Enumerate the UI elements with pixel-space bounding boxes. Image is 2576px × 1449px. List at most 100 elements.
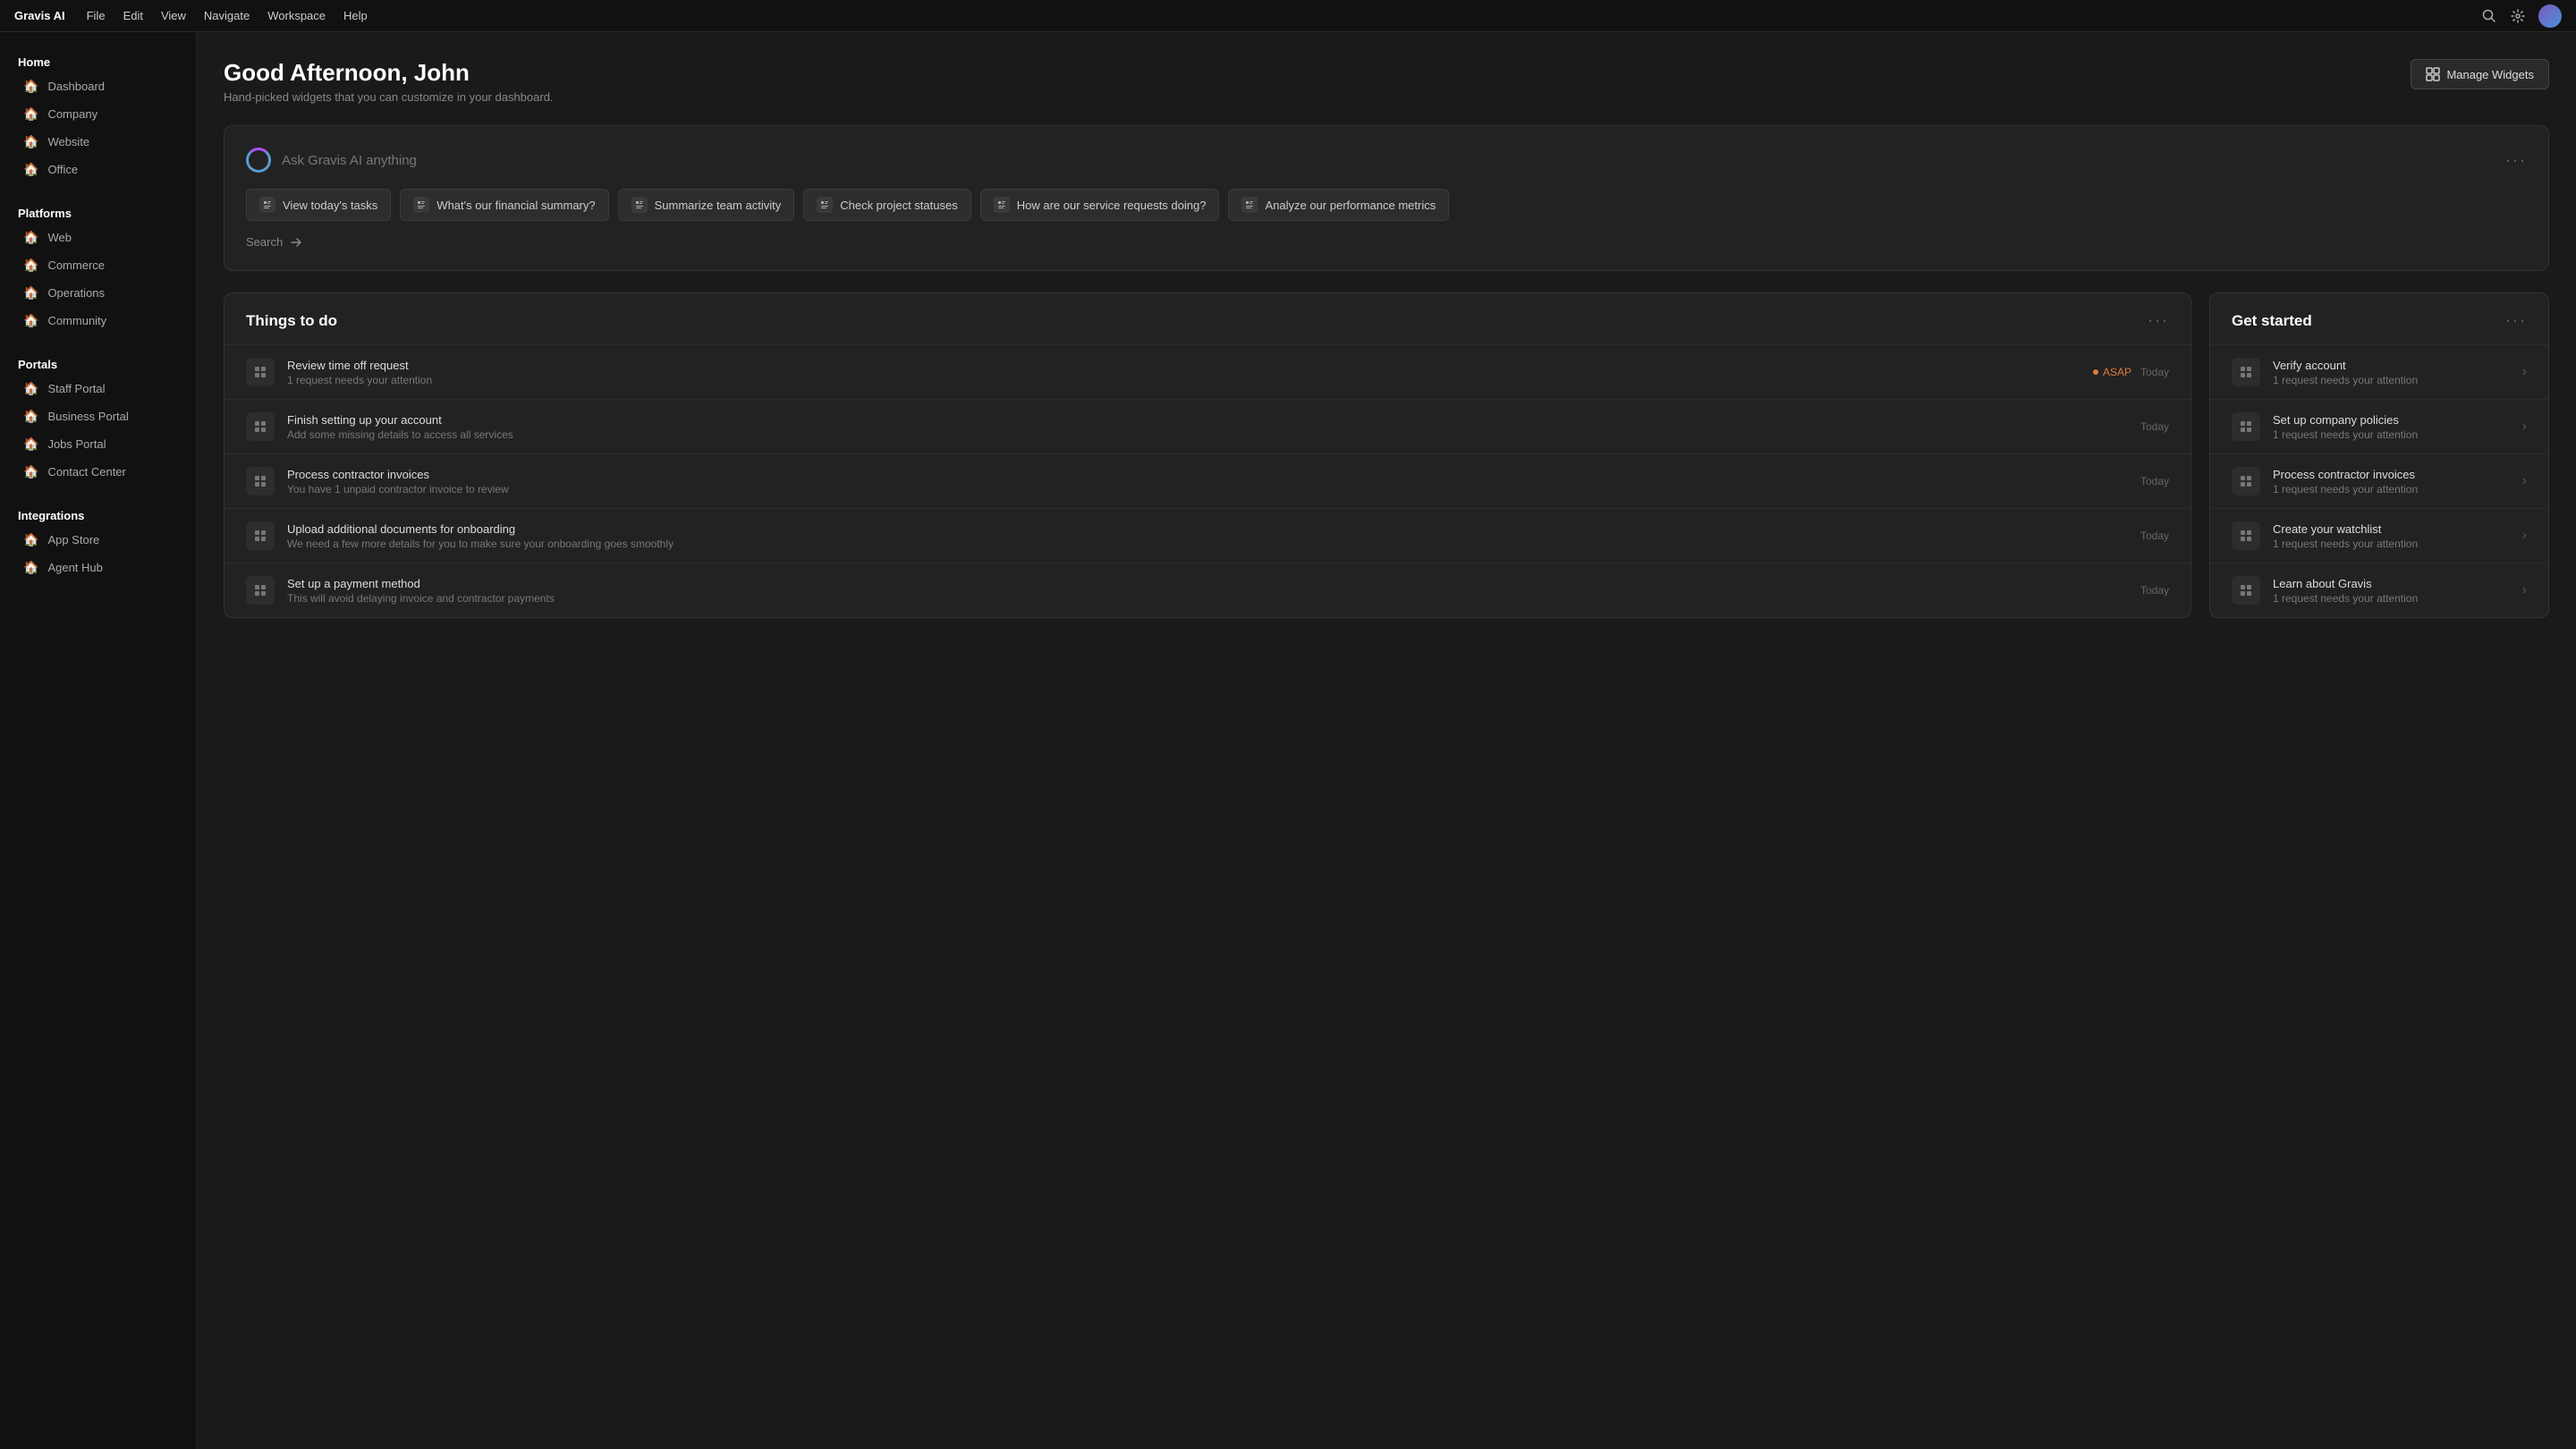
todo-item-2[interactable]: Process contractor invoices You have 1 u… <box>225 453 2190 508</box>
page-title: Good Afternoon, John <box>224 59 554 87</box>
app-layout: Home 🏠 Dashboard 🏠 Company 🏠 Website 🏠 O… <box>0 32 2576 1449</box>
ai-chip-tasks[interactable]: View today's tasks <box>246 189 391 221</box>
todo-icon-0 <box>246 358 275 386</box>
sidebar-item-operations[interactable]: 🏠 Operations <box>5 279 191 307</box>
started-icon-4 <box>2232 576 2260 605</box>
todo-subtitle-1: Add some missing details to access all s… <box>287 428 2128 441</box>
ai-input-row: Ask Gravis AI anything ··· <box>246 148 2527 173</box>
sidebar-section-title-platforms: Platforms <box>0 201 196 224</box>
todo-title-0: Review time off request <box>287 359 2080 372</box>
ai-placeholder-text[interactable]: Ask Gravis AI anything <box>282 153 2495 168</box>
started-item-4[interactable]: Learn about Gravis 1 request needs your … <box>2210 563 2548 617</box>
sidebar-item-staff-portal[interactable]: 🏠 Staff Portal <box>5 375 191 402</box>
sidebar-item-contact-center[interactable]: 🏠 Contact Center <box>5 458 191 486</box>
ai-chip-projects[interactable]: Check project statuses <box>803 189 971 221</box>
chip-icon-performance <box>1241 197 1258 213</box>
search-icon[interactable] <box>2481 8 2497 24</box>
sidebar-item-office[interactable]: 🏠 Office <box>5 156 191 183</box>
get-started-widget: Get started ··· Verify account 1 request… <box>2209 292 2549 618</box>
ai-chip-service[interactable]: How are our service requests doing? <box>980 189 1220 221</box>
chevron-icon-4: › <box>2522 582 2527 598</box>
home-icon-office: 🏠 <box>23 162 38 177</box>
todo-content-3: Upload additional documents for onboardi… <box>287 522 2128 550</box>
todo-meta-2: Today <box>2140 475 2169 487</box>
todo-meta-3: Today <box>2140 530 2169 542</box>
todo-title-2: Process contractor invoices <box>287 468 2128 481</box>
ai-chip-team[interactable]: Summarize team activity <box>618 189 795 221</box>
todo-date-4: Today <box>2140 584 2169 597</box>
menu-edit[interactable]: Edit <box>123 9 143 22</box>
chip-icon-service <box>994 197 1010 213</box>
sidebar-item-label: Agent Hub <box>47 561 102 574</box>
user-avatar[interactable] <box>2538 4 2562 28</box>
started-content-3: Create your watchlist 1 request needs yo… <box>2273 522 2510 550</box>
todo-item-4[interactable]: Set up a payment method This will avoid … <box>225 563 2190 617</box>
menu-view[interactable]: View <box>161 9 186 22</box>
todo-item-0[interactable]: Review time off request 1 request needs … <box>225 344 2190 399</box>
todo-subtitle-3: We need a few more details for you to ma… <box>287 538 2128 550</box>
ai-search-label: Search <box>246 235 283 249</box>
todo-subtitle-4: This will avoid delaying invoice and con… <box>287 592 2128 605</box>
home-icon-web: 🏠 <box>23 230 38 245</box>
sidebar-section-portals: Portals 🏠 Staff Portal 🏠 Business Portal… <box>0 352 196 486</box>
things-to-do-more-button[interactable]: ··· <box>2148 311 2169 330</box>
ai-search-link[interactable]: Search <box>246 235 2527 249</box>
sidebar-item-community[interactable]: 🏠 Community <box>5 307 191 335</box>
ai-chip-financial-label: What's our financial summary? <box>436 199 595 212</box>
sidebar-item-dashboard[interactable]: 🏠 Dashboard <box>5 72 191 100</box>
sidebar-section-home: Home 🏠 Dashboard 🏠 Company 🏠 Website 🏠 O… <box>0 50 196 183</box>
todo-date-1: Today <box>2140 420 2169 433</box>
todo-icon-3 <box>246 521 275 550</box>
page-header: Good Afternoon, John Hand-picked widgets… <box>224 59 2549 104</box>
sidebar-item-label: Website <box>47 135 89 148</box>
chevron-icon-3: › <box>2522 528 2527 544</box>
home-icon-appstore: 🏠 <box>23 532 38 547</box>
started-item-0[interactable]: Verify account 1 request needs your atte… <box>2210 344 2548 399</box>
home-icon: 🏠 <box>23 79 38 94</box>
menu-navigate[interactable]: Navigate <box>204 9 250 22</box>
arrow-right-icon <box>290 236 302 249</box>
started-item-1[interactable]: Set up company policies 1 request needs … <box>2210 399 2548 453</box>
chip-icon-projects <box>817 197 833 213</box>
sidebar-item-website[interactable]: 🏠 Website <box>5 128 191 156</box>
manage-widgets-label: Manage Widgets <box>2446 68 2534 81</box>
menu-file[interactable]: File <box>87 9 106 22</box>
started-item-3[interactable]: Create your watchlist 1 request needs yo… <box>2210 508 2548 563</box>
todo-item-1[interactable]: Finish setting up your account Add some … <box>225 399 2190 453</box>
sidebar-item-business-portal[interactable]: 🏠 Business Portal <box>5 402 191 430</box>
todo-meta-4: Today <box>2140 584 2169 597</box>
asap-label: ASAP <box>2103 366 2131 378</box>
sidebar-item-jobs-portal[interactable]: 🏠 Jobs Portal <box>5 430 191 458</box>
todo-content-1: Finish setting up your account Add some … <box>287 413 2128 441</box>
ai-chip-financial[interactable]: What's our financial summary? <box>400 189 608 221</box>
started-item-2[interactable]: Process contractor invoices 1 request ne… <box>2210 453 2548 508</box>
get-started-more-button[interactable]: ··· <box>2505 311 2527 330</box>
sidebar-item-commerce[interactable]: 🏠 Commerce <box>5 251 191 279</box>
todo-date-2: Today <box>2140 475 2169 487</box>
manage-widgets-button[interactable]: Manage Widgets <box>2411 59 2549 89</box>
todo-meta-0: ASAP Today <box>2093 366 2169 378</box>
sidebar-item-app-store[interactable]: 🏠 App Store <box>5 526 191 554</box>
settings-icon[interactable] <box>2510 8 2526 24</box>
ai-chip-performance[interactable]: Analyze our performance metrics <box>1228 189 1449 221</box>
chip-icon-tasks <box>259 197 275 213</box>
get-started-header: Get started ··· <box>2210 293 2548 344</box>
started-icon-2 <box>2232 467 2260 496</box>
ai-more-button[interactable]: ··· <box>2505 151 2527 170</box>
started-title-4: Learn about Gravis <box>2273 577 2510 590</box>
sidebar-item-label: App Store <box>47 533 99 547</box>
menu-bar-right <box>2481 4 2562 28</box>
started-title-2: Process contractor invoices <box>2273 468 2510 481</box>
sidebar-section-platforms: Platforms 🏠 Web 🏠 Commerce 🏠 Operations … <box>0 201 196 335</box>
main-content: Good Afternoon, John Hand-picked widgets… <box>197 32 2576 1449</box>
sidebar-item-agent-hub[interactable]: 🏠 Agent Hub <box>5 554 191 581</box>
started-icon-0 <box>2232 358 2260 386</box>
sidebar-item-company[interactable]: 🏠 Company <box>5 100 191 128</box>
home-icon-community: 🏠 <box>23 313 38 328</box>
todo-item-3[interactable]: Upload additional documents for onboardi… <box>225 508 2190 563</box>
sidebar-section-title-portals: Portals <box>0 352 196 375</box>
menu-help[interactable]: Help <box>343 9 368 22</box>
sidebar-item-label: Community <box>47 314 106 327</box>
sidebar-item-web[interactable]: 🏠 Web <box>5 224 191 251</box>
menu-workspace[interactable]: Workspace <box>267 9 326 22</box>
